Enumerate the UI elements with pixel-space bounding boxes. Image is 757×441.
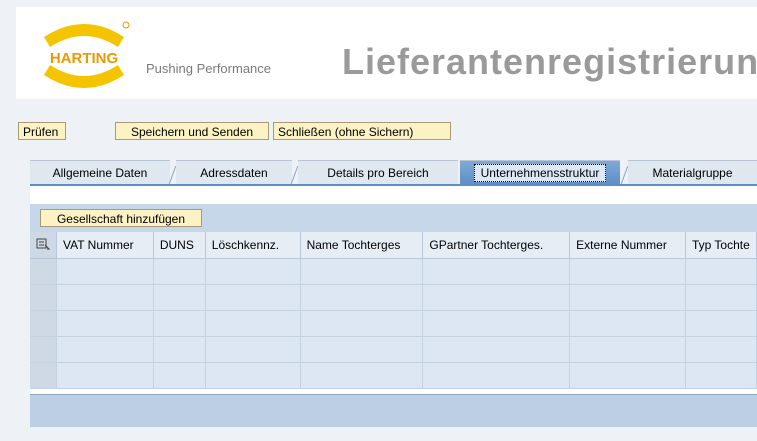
table-row[interactable] — [30, 284, 757, 311]
table-cell[interactable] — [56, 284, 154, 311]
table-cell[interactable] — [205, 362, 301, 389]
column-header[interactable]: DUNS — [153, 232, 206, 259]
table-cell[interactable] — [569, 310, 686, 337]
table-row[interactable] — [30, 310, 757, 337]
table-cell[interactable] — [153, 258, 206, 285]
column-header[interactable]: Name Tochterges — [300, 232, 424, 259]
column-header[interactable]: Typ Tochte — [685, 232, 757, 259]
table-cell[interactable] — [569, 362, 686, 389]
table-cell[interactable] — [569, 258, 686, 285]
table-cell[interactable] — [153, 284, 206, 311]
table-row[interactable] — [30, 336, 757, 363]
table-cell[interactable] — [205, 336, 301, 363]
table-cell[interactable] — [685, 336, 757, 363]
tab-material-group[interactable]: Materialgruppe — [628, 160, 757, 184]
table-cell[interactable] — [569, 336, 686, 363]
tagline: Pushing Performance — [146, 61, 272, 76]
check-button[interactable]: Prüfen — [18, 122, 66, 140]
close-without-save-button[interactable]: Schließen (ohne Sichern) — [273, 122, 451, 140]
table-cell[interactable] — [205, 258, 301, 285]
tab-strip: Allgemeine Daten Adressdaten Details pro… — [30, 160, 757, 184]
add-company-button[interactable]: Gesellschaft hinzufügen — [40, 209, 202, 227]
table-cell[interactable] — [56, 336, 154, 363]
column-header[interactable]: Externe Nummer — [569, 232, 686, 259]
save-and-send-button[interactable]: Speichern und Senden — [115, 122, 269, 140]
table-cell[interactable] — [422, 336, 571, 363]
content-panel: Gesellschaft hinzufügen VAT Nummer DUNS … — [30, 184, 757, 427]
row-selector[interactable] — [30, 362, 57, 389]
harting-logo: HARTING — [44, 21, 130, 88]
table-cell[interactable] — [422, 258, 571, 285]
table-cell[interactable] — [56, 310, 154, 337]
table-cell[interactable] — [685, 284, 757, 311]
table-cell[interactable] — [569, 284, 686, 311]
table-cell[interactable] — [422, 362, 571, 389]
table-cell[interactable] — [56, 362, 154, 389]
tab-area-details[interactable]: Details pro Bereich — [298, 160, 458, 184]
table-cell[interactable] — [56, 258, 154, 285]
table-cell[interactable] — [300, 310, 424, 337]
tab-company-structure[interactable]: Unternehmensstruktur — [460, 160, 620, 184]
panel-toolbar: Gesellschaft hinzufügen — [30, 204, 757, 232]
table-cell[interactable] — [153, 336, 206, 363]
row-selector[interactable] — [30, 284, 57, 311]
row-selector[interactable] — [30, 310, 57, 337]
table-cell[interactable] — [205, 310, 301, 337]
table-cell[interactable] — [300, 362, 424, 389]
table-cell[interactable] — [205, 284, 301, 311]
table-cell[interactable] — [300, 336, 424, 363]
table-row[interactable] — [30, 258, 757, 285]
table-header-row: VAT Nummer DUNS Löschkennz. Name Tochter… — [30, 232, 757, 259]
table-cell[interactable] — [685, 362, 757, 389]
logo-text: HARTING — [50, 50, 118, 67]
column-header[interactable]: VAT Nummer — [56, 232, 154, 259]
table-footer — [30, 394, 757, 427]
page-title: Lieferantenregistrierung — [342, 41, 757, 82]
app-header: HARTING Pushing Performance Lieferantenr… — [16, 7, 757, 99]
table-cell[interactable] — [422, 310, 571, 337]
tab-general-data[interactable]: Allgemeine Daten — [30, 160, 170, 184]
table-row[interactable] — [30, 362, 757, 389]
row-selector[interactable] — [30, 258, 57, 285]
table-cell[interactable] — [153, 310, 206, 337]
table-cell[interactable] — [422, 284, 571, 311]
select-all-icon[interactable] — [30, 232, 57, 259]
column-header[interactable]: Löschkennz. — [205, 232, 301, 259]
table-cell[interactable] — [300, 258, 424, 285]
table-cell[interactable] — [685, 258, 757, 285]
table-cell[interactable] — [153, 362, 206, 389]
row-selector[interactable] — [30, 336, 57, 363]
tab-company-structure-label: Unternehmensstruktur — [473, 164, 607, 182]
table-cell[interactable] — [300, 284, 424, 311]
subsidiaries-table: VAT Nummer DUNS Löschkennz. Name Tochter… — [30, 232, 757, 389]
column-header[interactable]: GPartner Tochterges. — [422, 232, 571, 259]
table-cell[interactable] — [685, 310, 757, 337]
tab-address-data[interactable]: Adressdaten — [176, 160, 292, 184]
